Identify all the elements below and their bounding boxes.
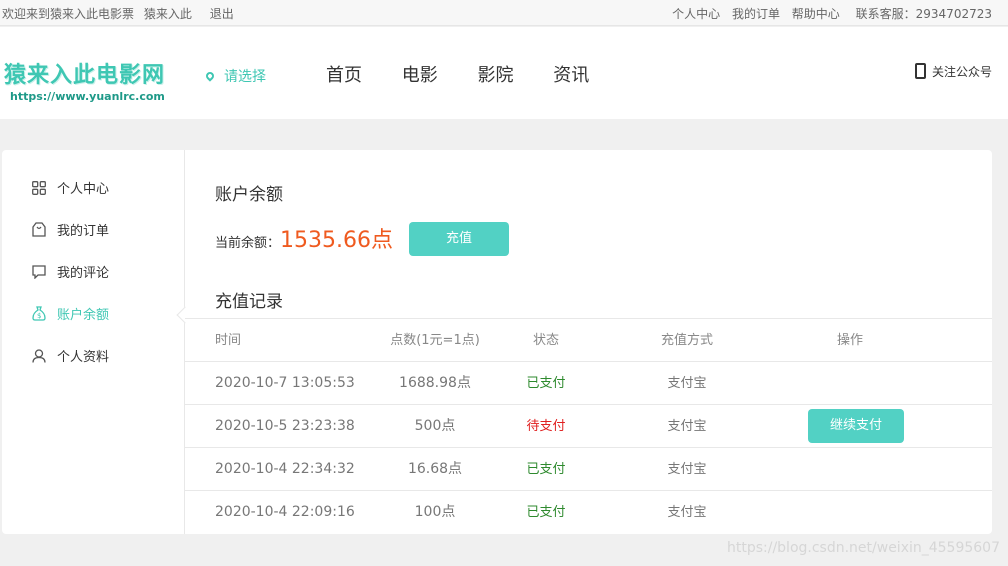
column-header-time: 时间 bbox=[215, 333, 242, 348]
top-link-orders[interactable]: 我的订单 bbox=[732, 7, 780, 21]
nav-movies[interactable]: 电影 bbox=[402, 65, 438, 86]
sidebar-item-label: 账户余额 bbox=[57, 308, 110, 323]
table-row: 2020-10-7 13:05:53 1688.98点 已支付 支付宝 bbox=[185, 361, 992, 404]
logout-link[interactable]: 退出 bbox=[210, 7, 234, 21]
user-icon bbox=[32, 349, 46, 363]
money-bag-icon: $ bbox=[32, 306, 46, 321]
top-bar: 欢迎来到猿来入此电影票 猿来入此 退出 个人中心 我的订单 帮助中心 联系客服：… bbox=[0, 0, 1008, 26]
column-header-method: 充值方式 bbox=[660, 333, 713, 348]
username-link[interactable]: 猿来入此 bbox=[144, 7, 192, 21]
comment-icon bbox=[32, 265, 46, 280]
record-method: 支付宝 bbox=[667, 376, 707, 391]
svg-text:$: $ bbox=[37, 312, 41, 320]
phone-icon bbox=[914, 63, 926, 79]
sidebar-item-profile[interactable]: 个人资料 bbox=[32, 348, 109, 368]
watermark: https://blog.csdn.net/weixin_45595607 bbox=[726, 540, 1000, 556]
nav-home[interactable]: 首页 bbox=[326, 65, 362, 86]
follow-label: 关注公众号 bbox=[931, 65, 992, 79]
column-header-status: 状态 bbox=[532, 333, 559, 348]
balance-row: 当前余额：1535.66点 bbox=[215, 222, 393, 254]
record-status: 已支付 bbox=[526, 376, 566, 391]
recharge-button[interactable]: 充值 bbox=[409, 222, 509, 256]
record-status: 已支付 bbox=[526, 462, 566, 477]
record-points: 1688.98点 bbox=[399, 375, 471, 391]
top-links: 个人中心 我的订单 帮助中心 联系客服：2934702723 bbox=[664, 5, 992, 22]
site-logo[interactable]: 猿来入此电影网 https://www.yuanlrc.com bbox=[4, 57, 165, 103]
record-time: 2020-10-7 13:05:53 bbox=[215, 375, 355, 391]
top-link-help[interactable]: 帮助中心 bbox=[792, 7, 840, 21]
recharge-records-table: 时间 点数(1元=1点) 状态 充值方式 操作 2020-10-7 13:05:… bbox=[185, 318, 992, 533]
sidebar-item-label: 个人中心 bbox=[57, 182, 110, 197]
welcome-area: 欢迎来到猿来入此电影票 猿来入此 退出 bbox=[2, 5, 240, 22]
nav-news[interactable]: 资讯 bbox=[553, 65, 589, 86]
sidebar-item-comments[interactable]: 我的评论 bbox=[32, 264, 109, 284]
record-status: 待支付 bbox=[526, 419, 566, 434]
logo-title: 猿来入此电影网 bbox=[4, 63, 166, 88]
nav-cinemas[interactable]: 影院 bbox=[477, 65, 513, 86]
customer-service: 联系客服：2934702723 bbox=[855, 7, 992, 21]
record-points: 100点 bbox=[414, 504, 456, 520]
bag-icon bbox=[32, 222, 46, 237]
balance-title: 账户余额 bbox=[215, 185, 283, 205]
location-pin-icon bbox=[204, 70, 216, 82]
site-header: 猿来入此电影网 https://www.yuanlrc.com 请选择 首页 电… bbox=[0, 27, 1008, 119]
logo-url: https://www.yuanlrc.com bbox=[10, 90, 165, 103]
record-points: 16.68点 bbox=[407, 461, 463, 477]
sidebar-item-orders[interactable]: 我的订单 bbox=[32, 222, 109, 242]
record-method: 支付宝 bbox=[667, 505, 707, 520]
sidebar: 个人中心 我的订单 我的评论 $ 账户余额 个人资料 bbox=[2, 150, 185, 534]
records-title: 充值记录 bbox=[215, 292, 283, 312]
grid-icon bbox=[32, 181, 46, 195]
balance-label: 当前余额： bbox=[215, 236, 281, 251]
sidebar-item-profile-center[interactable]: 个人中心 bbox=[32, 180, 109, 200]
record-method: 支付宝 bbox=[667, 462, 707, 477]
table-header: 时间 点数(1元=1点) 状态 充值方式 操作 bbox=[185, 318, 992, 361]
record-method: 支付宝 bbox=[667, 419, 707, 434]
sidebar-item-label: 我的订单 bbox=[57, 224, 110, 239]
table-row: 2020-10-4 22:09:16 100点 已支付 支付宝 bbox=[185, 490, 992, 533]
main-content: 账户余额 当前余额：1535.66点 充值 充值记录 时间 点数(1元=1点) … bbox=[185, 150, 992, 534]
main-nav: 首页 电影 影院 资讯 bbox=[326, 61, 623, 87]
continue-payment-button[interactable]: 继续支付 bbox=[808, 409, 904, 443]
follow-wechat[interactable]: 关注公众号 bbox=[914, 63, 992, 80]
city-label: 请选择 bbox=[224, 69, 266, 85]
sidebar-item-label: 个人资料 bbox=[57, 350, 110, 365]
record-points: 500点 bbox=[414, 418, 456, 434]
city-selector[interactable]: 请选择 bbox=[204, 66, 266, 86]
record-time: 2020-10-5 23:23:38 bbox=[215, 418, 355, 434]
column-header-points: 点数(1元=1点) bbox=[390, 333, 480, 348]
sidebar-item-label: 我的评论 bbox=[57, 266, 110, 281]
balance-value: 1535.66点 bbox=[280, 228, 393, 253]
welcome-text: 欢迎来到猿来入此电影票 bbox=[2, 7, 135, 21]
top-link-profile[interactable]: 个人中心 bbox=[672, 7, 720, 21]
column-header-action: 操作 bbox=[836, 333, 863, 348]
record-time: 2020-10-4 22:34:32 bbox=[215, 461, 355, 477]
table-row: 2020-10-4 22:34:32 16.68点 已支付 支付宝 bbox=[185, 447, 992, 490]
record-status: 已支付 bbox=[526, 505, 566, 520]
record-time: 2020-10-4 22:09:16 bbox=[215, 504, 355, 520]
sidebar-item-balance[interactable]: $ 账户余额 bbox=[32, 306, 109, 326]
table-row: 2020-10-5 23:23:38 500点 待支付 支付宝 继续支付 bbox=[185, 404, 992, 447]
account-panel: 个人中心 我的订单 我的评论 $ 账户余额 个人资料 账户余额 当前余额：153… bbox=[2, 150, 992, 534]
